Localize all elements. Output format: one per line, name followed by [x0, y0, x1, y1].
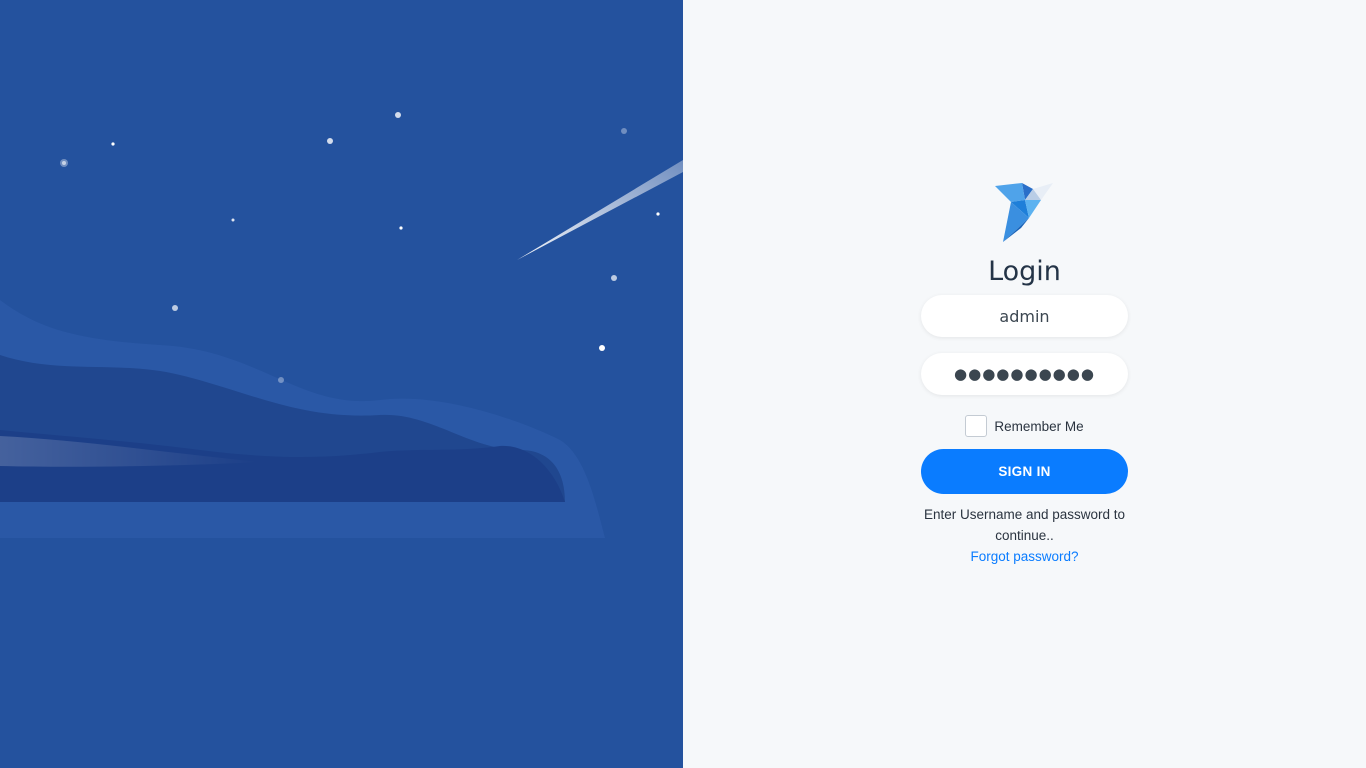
remember-me-row: Remember Me	[965, 415, 1084, 437]
stars	[60, 112, 660, 383]
username-input[interactable]	[921, 295, 1128, 337]
login-panel: Login Remember Me SIGN IN Enter Username…	[683, 0, 1366, 768]
login-title: Login	[988, 256, 1061, 287]
remember-me-checkbox[interactable]	[965, 415, 988, 437]
help-text: Enter Username and password to continue.…	[923, 507, 1126, 543]
sky-landscape-graphic	[0, 112, 683, 538]
shooting-star	[517, 160, 683, 260]
remember-me-label[interactable]: Remember Me	[994, 419, 1083, 434]
night-sky-illustration	[0, 0, 683, 768]
login-form: Login Remember Me SIGN IN Enter Username…	[921, 180, 1128, 567]
forgot-password-link[interactable]: Forgot password?	[970, 546, 1078, 567]
login-page: Login Remember Me SIGN IN Enter Username…	[0, 0, 1366, 768]
origami-bird-icon	[994, 183, 1053, 242]
password-input[interactable]	[921, 353, 1128, 395]
sign-in-button[interactable]: SIGN IN	[921, 449, 1128, 494]
